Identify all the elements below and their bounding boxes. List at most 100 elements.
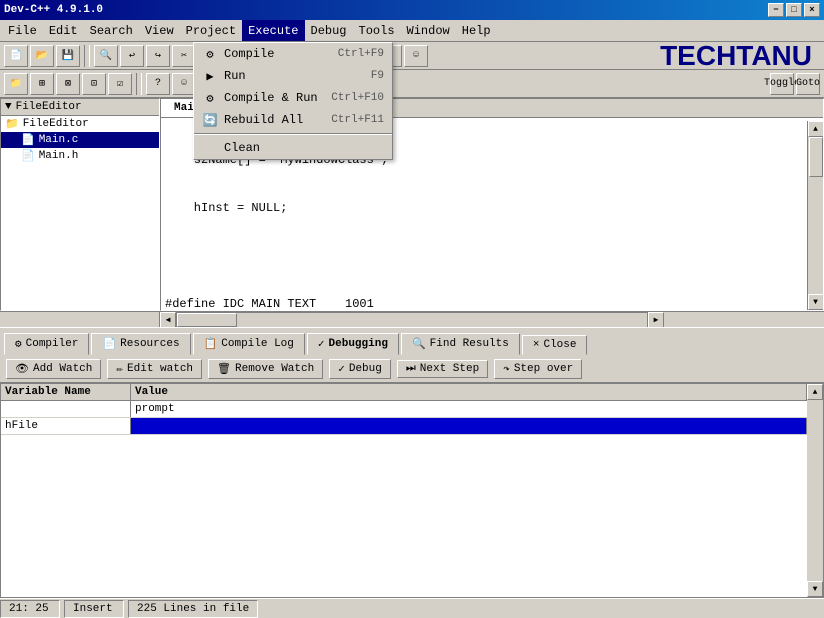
prompt-var-cell — [1, 401, 131, 417]
scroll-up-button[interactable]: ▲ — [808, 121, 824, 137]
find-results-label: Find Results — [430, 338, 509, 350]
save-button[interactable]: 💾 — [56, 45, 80, 67]
resources-label: Resources — [120, 338, 179, 350]
tree-mainc[interactable]: 📄 Main.c — [1, 132, 159, 148]
prompt-row — [1, 401, 823, 418]
clean-label: Clean — [224, 141, 260, 155]
horizontal-scrollbar[interactable]: ◀ ▶ — [0, 311, 824, 327]
hfile-value-cell — [131, 418, 807, 434]
minimize-button[interactable]: − — [768, 3, 784, 17]
compile-label: Compile — [224, 47, 274, 61]
menu-project[interactable]: Project — [180, 20, 242, 41]
prompt-input[interactable] — [135, 403, 803, 415]
undo-button[interactable]: ↩ — [120, 45, 144, 67]
debug-label: Debug — [349, 363, 382, 375]
code-line — [165, 248, 819, 264]
scroll-track[interactable] — [809, 137, 823, 294]
menu-clean[interactable]: Clean — [194, 137, 392, 159]
smiley-button[interactable]: ☺ — [404, 45, 428, 67]
menu-file[interactable]: File — [2, 20, 43, 41]
close-tab-icon: × — [533, 339, 540, 351]
remove-watch-label: Remove Watch — [235, 363, 314, 375]
tb2-btn1[interactable]: 📁 — [4, 73, 28, 95]
watch-scroll-down[interactable]: ▼ — [807, 581, 823, 597]
scroll-down-button[interactable]: ▼ — [808, 294, 824, 310]
menu-separator — [194, 133, 392, 135]
variable-name-header: Variable Name — [1, 384, 131, 400]
tb2-btn6[interactable]: ? — [146, 73, 170, 95]
compile-run-label: Compile & Run — [224, 91, 318, 105]
compile-log-label: Compile Log — [221, 338, 294, 350]
hscroll-left-button[interactable]: ◀ — [160, 312, 176, 328]
compiler-icon: ⚙ — [15, 337, 22, 351]
watch-scroll-up[interactable]: ▲ — [807, 384, 823, 400]
step-over-icon: ↷ — [503, 362, 510, 376]
tb2-btn4[interactable]: ⊡ — [82, 73, 106, 95]
file-c-icon: 📄 — [21, 133, 35, 147]
hscroll-spacer — [0, 312, 160, 328]
find-results-icon: 🔍 — [412, 337, 426, 351]
hfile-var-cell: hFile — [1, 418, 131, 434]
maximize-button[interactable]: □ — [786, 3, 802, 17]
edit-watch-icon: ✏ — [116, 362, 123, 376]
close-button[interactable]: × — [804, 3, 820, 17]
tab-debugging[interactable]: ✓ Debugging — [307, 333, 399, 355]
menu-debug[interactable]: Debug — [305, 20, 353, 41]
tab-close[interactable]: × Close — [522, 335, 588, 355]
filetree-header: ▼ FileEditor — [1, 99, 159, 116]
menu-help[interactable]: Help — [456, 20, 497, 41]
tab-compiler[interactable]: ⚙ Compiler — [4, 333, 89, 355]
compile-run-shortcut: Ctrl+F10 — [331, 92, 384, 104]
redo-button[interactable]: ↪ — [146, 45, 170, 67]
tab-compile-log[interactable]: 📋 Compile Log — [193, 333, 305, 355]
editor-section: ▼ FileEditor 📁 FileEditor 📄 Main.c 📄 Mai… — [0, 98, 824, 311]
next-step-button[interactable]: ⏭ Next Step — [397, 360, 488, 378]
tree-mainh[interactable]: 📄 Main.h — [1, 148, 159, 164]
tab-resources[interactable]: 📄 Resources — [91, 333, 190, 355]
separator4 — [136, 73, 142, 95]
step-over-button[interactable]: ↷ Step over — [494, 359, 582, 379]
add-watch-button[interactable]: 👁 Add Watch — [6, 359, 101, 379]
tb2-btn5[interactable]: ☑ — [108, 73, 132, 95]
filetree-expand[interactable]: ▼ — [5, 101, 12, 113]
zoom-button[interactable]: 🔍 — [94, 45, 118, 67]
file-tree: ▼ FileEditor 📁 FileEditor 📄 Main.c 📄 Mai… — [0, 98, 160, 311]
remove-watch-button[interactable]: 🗑 Remove Watch — [208, 359, 323, 379]
close-tab-label: Close — [543, 339, 576, 351]
menu-edit[interactable]: Edit — [43, 20, 84, 41]
hscroll-track[interactable]: ◀ ▶ — [160, 312, 664, 328]
rebuild-label: Rebuild All — [224, 113, 303, 127]
status-mode: Insert — [64, 600, 124, 618]
watch-scrollbar[interactable]: ▲ ▼ — [807, 384, 823, 597]
menu-execute[interactable]: Execute — [242, 20, 304, 41]
menu-window[interactable]: Window — [401, 20, 456, 41]
hscroll-right-button[interactable]: ▶ — [648, 312, 664, 328]
tree-fileditor[interactable]: 📁 FileEditor — [1, 116, 159, 132]
menu-rebuild[interactable]: 🔄 Rebuild All Ctrl+F11 — [194, 109, 392, 131]
rebuild-icon: 🔄 — [202, 112, 218, 128]
tb2-btn3[interactable]: ⊠ — [56, 73, 80, 95]
menu-view[interactable]: View — [139, 20, 180, 41]
menu-compile[interactable]: ⚙ Compile Ctrl+F9 — [194, 43, 392, 65]
hscroll-track-inner[interactable] — [176, 312, 648, 328]
menu-search[interactable]: Search — [84, 20, 139, 41]
watch-scroll-track[interactable] — [807, 400, 823, 581]
new-button[interactable]: 📄 — [4, 45, 28, 67]
tb2-btn2[interactable]: ⊞ — [30, 73, 54, 95]
edit-watch-button[interactable]: ✏ Edit watch — [107, 359, 202, 379]
scroll-thumb[interactable] — [809, 137, 823, 177]
hscroll-thumb[interactable] — [177, 313, 237, 327]
open-button[interactable]: 📂 — [30, 45, 54, 67]
debug-button[interactable]: ✓ Debug — [329, 359, 391, 379]
menu-run[interactable]: ▶ Run F9 — [194, 65, 392, 87]
tab-find-results[interactable]: 🔍 Find Results — [401, 333, 520, 355]
titlebar: Dev-C++ 4.9.1.0 − □ × — [0, 0, 824, 20]
code-line: #define IDC_MAIN_TEXT 1001 — [165, 296, 819, 307]
goto-button[interactable]: Goto — [796, 73, 820, 95]
menu-compile-run[interactable]: ⚙ Compile & Run Ctrl+F10 — [194, 87, 392, 109]
separator1 — [84, 45, 90, 67]
compile-log-icon: 📋 — [204, 337, 218, 351]
toggle-button[interactable]: Toggle — [770, 73, 794, 95]
menu-tools[interactable]: Tools — [353, 20, 401, 41]
vertical-scrollbar[interactable]: ▲ ▼ — [807, 121, 823, 310]
